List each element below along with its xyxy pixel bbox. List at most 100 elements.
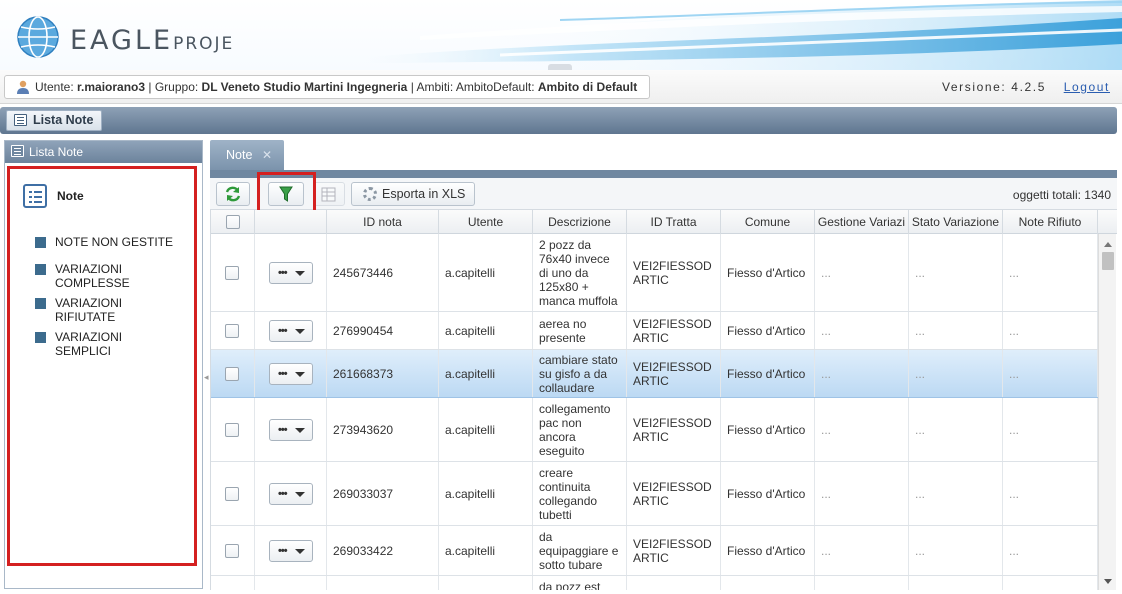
row-checkbox[interactable] — [225, 367, 239, 381]
cell-utente-text: a.capitelli — [445, 366, 496, 381]
header-note-rifiuto[interactable]: Note Rifiuto — [1003, 210, 1098, 234]
cell-utente: a.capitelli — [439, 350, 533, 397]
row-checkbox[interactable] — [225, 423, 239, 437]
scroll-up-icon[interactable] — [1104, 242, 1112, 247]
notes-list-icon — [23, 184, 47, 208]
cell-gestione-variazione-text: ... — [821, 265, 832, 280]
tree-item-variazioni-rifiutate[interactable]: VARIAZIONI RIFIUTATE — [35, 296, 185, 324]
folder-square-icon — [35, 332, 46, 343]
export-xls-label: Esporta in XLS — [382, 187, 466, 201]
cell-gestione-variazione: ... — [815, 234, 909, 311]
cell-gestione-variazione-text: ... — [821, 543, 832, 558]
table-row[interactable]: ••• 269033422 a.capitelli da equipaggiare e… — [211, 526, 1098, 576]
header-stato-variazione[interactable]: Stato Variazione — [909, 210, 1003, 234]
module-tab-lista-note[interactable]: Lista Note — [6, 110, 103, 131]
header-comune[interactable]: Comune — [721, 210, 815, 234]
table-row[interactable]: da pozz est — [211, 576, 1098, 590]
cell-stato-variazione-text: ... — [915, 486, 926, 501]
cell-comune-text: Fiesso d'Artico — [727, 366, 806, 381]
row-actions-menu-button[interactable]: ••• — [269, 483, 313, 505]
cell-descrizione: cambiare stato su gisfo a da collaudare — [533, 350, 627, 397]
row-checkbox[interactable] — [225, 487, 239, 501]
cell-id-nota-text: 276990454 — [333, 323, 394, 338]
cell-utente: a.capitelli — [439, 462, 533, 525]
table-row[interactable]: ••• 269033037 a.capitelli creare continuita… — [211, 462, 1098, 526]
cell-stato-variazione: ... — [909, 526, 1003, 575]
tab-strip: Note ✕ — [210, 140, 1117, 178]
grid-vertical-scrollbar[interactable] — [1098, 234, 1116, 590]
close-tab-icon[interactable]: ✕ — [262, 140, 272, 170]
folder-square-icon — [35, 264, 46, 275]
cell-actions — [255, 576, 327, 590]
cell-utente-text: a.capitelli — [445, 422, 496, 437]
module-tab-label: Lista Note — [33, 113, 94, 127]
cell-id-nota: 269033037 — [327, 462, 439, 525]
cell-comune: Fiesso d'Artico — [721, 312, 815, 349]
logout-link[interactable]: Logout — [1064, 80, 1110, 94]
cell-actions: ••• — [255, 398, 327, 461]
cell-gestione-variazione — [815, 576, 909, 590]
tab-note[interactable]: Note ✕ — [210, 140, 284, 170]
more-dots-icon: ••• — [278, 545, 288, 557]
row-actions-menu-button[interactable]: ••• — [269, 540, 313, 562]
export-table-icon — [321, 187, 336, 202]
cell-stato-variazione: ... — [909, 234, 1003, 311]
row-actions-menu-button[interactable]: ••• — [269, 363, 313, 385]
tree-item-note-non-gestite[interactable]: NOTE NON GESTITE — [35, 235, 185, 249]
cell-note-rifiuto-text: ... — [1009, 323, 1020, 338]
row-actions-menu-button[interactable]: ••• — [269, 320, 313, 342]
cell-select — [211, 350, 255, 397]
cell-stato-variazione: ... — [909, 462, 1003, 525]
cell-note-rifiuto: ... — [1003, 398, 1098, 461]
table-row[interactable]: ••• 276990454 a.capitelli aerea no presente… — [211, 312, 1098, 350]
cell-gestione-variazione-text: ... — [821, 366, 832, 381]
version-label: Versione: 4.2.5 — [941, 80, 1046, 94]
eagle-globe-logo — [17, 16, 59, 58]
cell-gestione-variazione-text: ... — [821, 422, 832, 437]
select-all-checkbox[interactable] — [226, 215, 240, 229]
cell-stato-variazione-text: ... — [915, 366, 926, 381]
cell-id-nota: 273943620 — [327, 398, 439, 461]
cell-id-tratta — [627, 576, 721, 590]
row-checkbox[interactable] — [225, 324, 239, 338]
folder-square-icon — [35, 237, 46, 248]
module-bar: Lista Note — [0, 107, 1117, 134]
export-xls-button[interactable]: Esporta in XLS — [351, 182, 475, 206]
tree-root-note[interactable]: Note — [23, 181, 84, 211]
cell-note-rifiuto-text: ... — [1009, 265, 1020, 280]
row-actions-menu-button[interactable]: ••• — [269, 262, 313, 284]
row-checkbox[interactable] — [225, 266, 239, 280]
cell-gestione-variazione-text: ... — [821, 323, 832, 338]
table-row[interactable]: ••• 245673446 a.capitelli 2 pozz da 76x40 i… — [211, 234, 1098, 312]
cell-descrizione: collegamento pac non ancora eseguito — [533, 398, 627, 461]
header-id-tratta[interactable]: ID Tratta — [627, 210, 721, 234]
cell-note-rifiuto: ... — [1003, 234, 1098, 311]
cell-stato-variazione-text: ... — [915, 422, 926, 437]
export-grid-button[interactable] — [313, 182, 345, 206]
user-info-box: Utente: r.maiorano3 | Gruppo: DL Veneto … — [4, 75, 651, 99]
refresh-icon — [225, 186, 241, 202]
header-gestione-variazione[interactable]: Gestione Variazi — [815, 210, 909, 234]
notes-grid: ID nota Utente Descrizione ID Tratta Com… — [210, 210, 1117, 590]
refresh-button[interactable] — [216, 182, 250, 206]
row-actions-menu-button[interactable]: ••• — [269, 419, 313, 441]
cell-id-tratta: VEI2FIESSOD ARTIC — [627, 526, 721, 575]
row-checkbox[interactable] — [225, 544, 239, 558]
table-row[interactable]: ••• 261668373 a.capitelli cambiare stato su… — [211, 350, 1098, 398]
chevron-down-icon — [295, 549, 305, 554]
tree-item-label: VARIAZIONI COMPLESSE — [55, 262, 130, 290]
panel-collapse-handle[interactable]: ◂ — [204, 372, 209, 384]
table-row[interactable]: ••• 273943620 a.capitelli collegamento pac … — [211, 398, 1098, 462]
header-id-nota[interactable]: ID nota — [327, 210, 439, 234]
header-actions — [255, 210, 327, 234]
tree-item-variazioni-semplici[interactable]: VARIAZIONI SEMPLICI — [35, 330, 185, 358]
header-descrizione[interactable]: Descrizione — [533, 210, 627, 234]
scroll-thumb[interactable] — [1102, 252, 1114, 270]
chevron-down-icon — [295, 492, 305, 497]
cell-stato-variazione-text: ... — [915, 265, 926, 280]
more-dots-icon: ••• — [278, 267, 288, 279]
header-utente[interactable]: Utente — [439, 210, 533, 234]
tree-item-variazioni-complesse[interactable]: VARIAZIONI COMPLESSE — [35, 262, 185, 290]
scroll-down-icon[interactable] — [1104, 579, 1112, 584]
cell-id-nota: 276990454 — [327, 312, 439, 349]
